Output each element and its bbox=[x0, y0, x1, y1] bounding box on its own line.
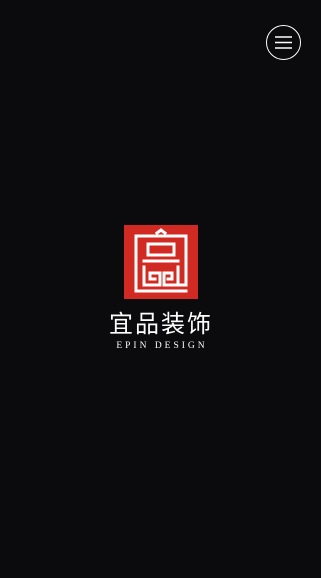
seal-logo-icon bbox=[123, 225, 198, 299]
brand-cn-wordmark: 宜品装饰 bbox=[109, 311, 213, 337]
brand-cn-text: 宜品装饰 bbox=[109, 311, 213, 337]
splash-page: 宜品装饰 EPIN DESIGN bbox=[0, 0, 321, 578]
menu-button[interactable] bbox=[266, 25, 301, 60]
brand-en-text: EPIN DESIGN bbox=[116, 341, 208, 351]
hamburger-menu-icon bbox=[275, 36, 292, 49]
brand-logo: 宜品装饰 EPIN DESIGN bbox=[0, 225, 321, 352]
